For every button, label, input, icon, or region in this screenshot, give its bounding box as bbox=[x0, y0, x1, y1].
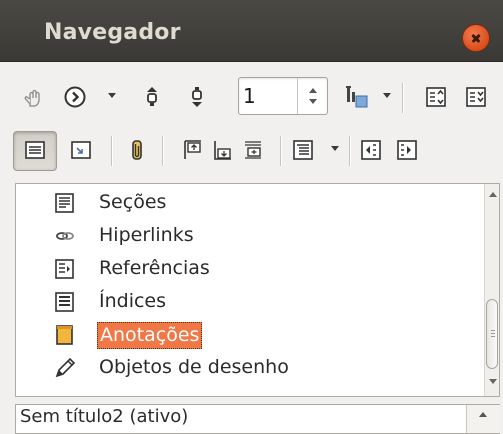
title-bar: Navegador bbox=[0, 0, 503, 62]
sections-icon bbox=[54, 192, 76, 214]
drag-mode-icon[interactable] bbox=[343, 84, 369, 110]
tree-item-label: Objetos de desenho bbox=[99, 356, 289, 378]
toolbar-separator bbox=[111, 136, 113, 166]
annotations-icon bbox=[54, 324, 76, 346]
list-box-icon[interactable] bbox=[423, 84, 449, 110]
document-selector-button[interactable] bbox=[466, 405, 500, 433]
chevron-up-icon bbox=[479, 412, 487, 417]
headings-level-dropdown-icon[interactable] bbox=[331, 146, 339, 151]
increment-icon[interactable] bbox=[309, 88, 317, 93]
anchor-to-text-icon[interactable] bbox=[240, 137, 266, 163]
close-button[interactable] bbox=[462, 24, 490, 52]
page-number-stepper[interactable] bbox=[238, 77, 328, 115]
references-icon bbox=[54, 258, 76, 280]
scroll-down-icon[interactable] bbox=[489, 379, 497, 384]
hyperlinks-icon bbox=[54, 225, 76, 247]
tree-item-label: Hiperlinks bbox=[99, 224, 194, 246]
document-selector-value: Sem título2 (ativo) bbox=[20, 406, 189, 427]
demote-level-icon[interactable] bbox=[394, 137, 420, 163]
tree-item-sections[interactable]: Seções bbox=[16, 187, 486, 219]
header-icon[interactable] bbox=[180, 137, 206, 163]
footer-icon[interactable] bbox=[210, 137, 236, 163]
headings-level-icon[interactable] bbox=[290, 137, 316, 163]
tree-item-hyperlinks[interactable]: Hiperlinks bbox=[16, 220, 486, 252]
scroll-up-icon[interactable] bbox=[489, 192, 497, 197]
list-box-on-icon[interactable] bbox=[22, 137, 48, 163]
navigate-by-dropdown-icon[interactable] bbox=[108, 93, 116, 98]
toolbar-separator bbox=[402, 83, 404, 113]
page-number-input[interactable] bbox=[243, 80, 293, 112]
window-title: Navegador bbox=[44, 20, 181, 45]
navigator-toolbar-bottom bbox=[0, 127, 503, 173]
next-icon[interactable] bbox=[184, 84, 210, 110]
tree-item-label: Anotações bbox=[97, 322, 203, 349]
tree-item-label: Seções bbox=[99, 191, 167, 213]
toolbar-separator bbox=[280, 136, 282, 166]
navigate-by-icon[interactable] bbox=[62, 84, 88, 110]
page-number-spin-buttons[interactable] bbox=[297, 78, 328, 114]
navigator-tree[interactable]: Seções Hiperlinks Referências Índices An… bbox=[15, 183, 500, 397]
grip-line bbox=[491, 333, 495, 334]
toolbar-separator bbox=[349, 136, 351, 166]
set-reminder-icon[interactable] bbox=[68, 137, 94, 163]
tree-item-references[interactable]: Referências bbox=[16, 253, 486, 285]
drawing-objects-icon bbox=[54, 357, 76, 379]
document-selector[interactable]: Sem título2 (ativo) bbox=[15, 404, 500, 434]
previous-icon[interactable] bbox=[139, 84, 165, 110]
scrollbar-thumb[interactable] bbox=[486, 299, 498, 369]
drag-mode-dropdown-icon[interactable] bbox=[383, 93, 391, 98]
tree-item-indexes[interactable]: Índices bbox=[16, 286, 486, 318]
tree-item-drawing-objects[interactable]: Objetos de desenho bbox=[16, 352, 486, 384]
decrement-icon[interactable] bbox=[309, 99, 317, 104]
tree-scrollbar[interactable] bbox=[484, 184, 499, 396]
navigator-toolbar-top bbox=[0, 74, 503, 120]
navigation-toggle-icon[interactable] bbox=[20, 84, 46, 110]
tree-item-annotations[interactable]: Anotações bbox=[16, 319, 486, 351]
toolbar-separator bbox=[162, 136, 164, 166]
grip-line bbox=[491, 336, 495, 337]
indexes-icon bbox=[54, 291, 76, 313]
tree-item-label: Referências bbox=[99, 257, 210, 279]
promote-level-icon[interactable] bbox=[358, 137, 384, 163]
tree-item-label: Índices bbox=[99, 290, 167, 312]
grip-line bbox=[491, 330, 495, 331]
content-view-icon[interactable] bbox=[463, 84, 489, 110]
notes-icon[interactable] bbox=[124, 137, 150, 163]
